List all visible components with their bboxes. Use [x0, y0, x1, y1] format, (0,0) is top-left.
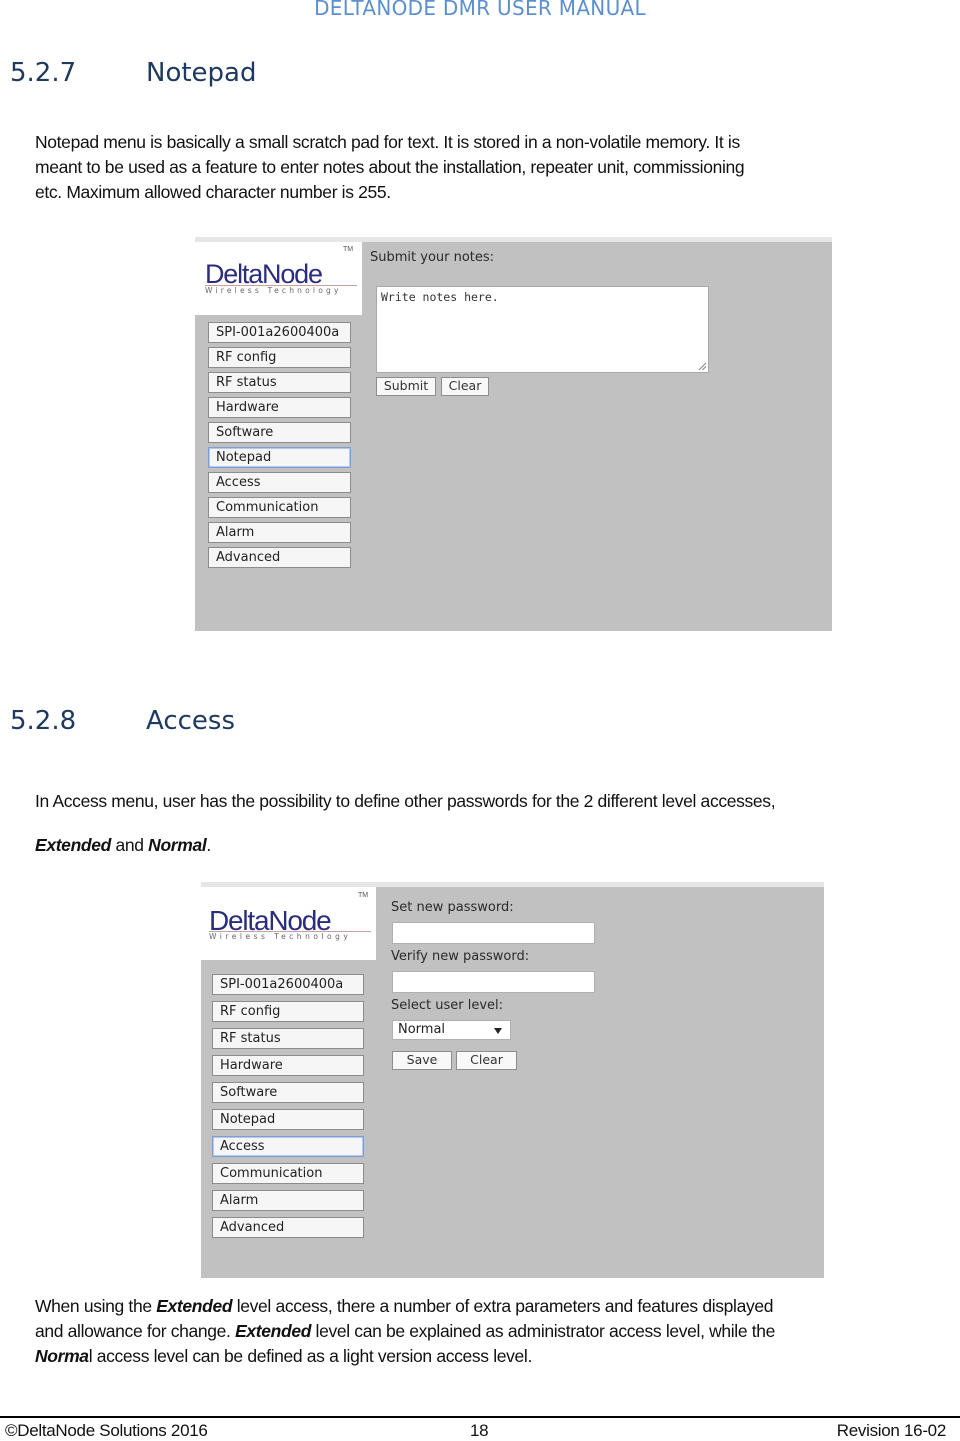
text-line: meant to be used as a feature to enter n… — [35, 157, 745, 177]
access-levels-explanation: When using the Extended level access, th… — [35, 1294, 953, 1369]
text-fragment: level access, there a number of extra pa… — [232, 1296, 774, 1316]
menu-item-software[interactable]: Software — [212, 1082, 364, 1103]
side-menu: SPI-001a2600400a RF config RF status Har… — [208, 322, 351, 572]
trademark: TM — [358, 892, 369, 899]
section-number: 5.2.8 — [10, 706, 77, 736]
trademark: TM — [343, 246, 354, 253]
text-fragment: . — [206, 835, 211, 855]
menu-item-rf-status[interactable]: RF status — [208, 372, 351, 393]
user-level-selected: Normal — [398, 1022, 446, 1037]
text-fragment: level can be explained as administrator … — [311, 1321, 776, 1341]
menu-item-software[interactable]: Software — [208, 422, 351, 443]
footer-revision: Revision 16-02 — [836, 1421, 947, 1440]
text-line: etc. Maximum allowed character number is… — [35, 182, 391, 202]
footer-copyright: ©DeltaNode Solutions 2016 — [5, 1421, 208, 1440]
logo-tagline: Wireless Technology — [205, 286, 342, 295]
menu-item-advanced[interactable]: Advanced — [212, 1217, 364, 1238]
text-line: Normal access level can be defined as a … — [35, 1344, 953, 1369]
section-number: 5.2.7 — [10, 58, 77, 88]
save-button[interactable]: Save — [392, 1051, 452, 1070]
menu-item-communication[interactable]: Communication — [212, 1163, 364, 1184]
menu-item-communication[interactable]: Communication — [208, 497, 351, 518]
user-level-label: Select user level: — [391, 998, 504, 1013]
menu-item-alarm[interactable]: Alarm — [208, 522, 351, 543]
menu-item-access[interactable]: Access — [212, 1136, 364, 1157]
verify-password-input[interactable] — [392, 971, 595, 993]
text-fragment: When using the — [35, 1296, 157, 1316]
menu-item-device-id[interactable]: SPI-001a2600400a — [208, 322, 351, 343]
menu-item-notepad[interactable]: Notepad — [212, 1109, 364, 1130]
new-password-label: Set new password: — [391, 900, 514, 915]
footer-page-number: 18 — [470, 1421, 489, 1440]
section-heading-notepad: 5.2.7 Notepad — [10, 58, 257, 88]
text-line: and allowance for change. Extended level… — [35, 1319, 953, 1344]
access-intro: In Access menu, user has the possibility… — [35, 779, 955, 867]
notepad-description: Notepad menu is basically a small scratc… — [35, 130, 955, 205]
text-fragment: and — [110, 835, 149, 855]
verify-password-label: Verify new password: — [391, 949, 530, 964]
emphasis-normal: Normal — [148, 835, 207, 855]
menu-item-rf-status[interactable]: RF status — [212, 1028, 364, 1049]
new-password-input[interactable] — [392, 922, 595, 944]
text-line: Extended and Normal. — [35, 823, 955, 867]
clear-button[interactable]: Clear — [441, 377, 489, 396]
menu-item-rf-config[interactable]: RF config — [208, 347, 351, 368]
notepad-screenshot: TM DeltaNode Wireless Technology SPI-001… — [195, 237, 832, 631]
emphasis-extended: Extended — [235, 1321, 312, 1341]
running-header: DELTANODE DMR USER MANUAL — [314, 0, 646, 20]
deltanode-logo: TM DeltaNode Wireless Technology — [195, 242, 362, 315]
section-title: Access — [146, 706, 236, 736]
text-line: Notepad menu is basically a small scratc… — [35, 132, 740, 152]
menu-item-hardware[interactable]: Hardware — [212, 1055, 364, 1076]
emphasis-extended: Extended — [35, 835, 111, 855]
dropdown-arrow-icon[interactable] — [494, 1028, 502, 1034]
text-fragment: and allowance for change. — [35, 1321, 236, 1341]
footer-divider — [0, 1416, 960, 1418]
menu-item-hardware[interactable]: Hardware — [208, 397, 351, 418]
menu-item-notepad[interactable]: Notepad — [208, 447, 351, 468]
submit-notes-label: Submit your notes: — [370, 250, 495, 265]
access-screenshot: TM DeltaNode Wireless Technology SPI-001… — [201, 882, 824, 1278]
menu-item-device-id[interactable]: SPI-001a2600400a — [212, 974, 364, 995]
clear-button[interactable]: Clear — [456, 1051, 517, 1070]
emphasis-normal: Norma — [35, 1346, 89, 1366]
logo-wordmark: DeltaNode — [205, 259, 323, 289]
text-line: In Access menu, user has the possibility… — [35, 791, 776, 811]
user-level-select[interactable]: Normal — [392, 1020, 511, 1040]
section-heading-access: 5.2.8 Access — [10, 706, 235, 736]
submit-button[interactable]: Submit — [376, 377, 436, 396]
menu-item-advanced[interactable]: Advanced — [208, 547, 351, 568]
text-line: When using the Extended level access, th… — [35, 1294, 953, 1319]
side-menu: SPI-001a2600400a RF config RF status Har… — [212, 974, 364, 1244]
menu-item-access[interactable]: Access — [208, 472, 351, 493]
emphasis-extended: Extended — [156, 1296, 233, 1316]
logo-tagline: Wireless Technology — [209, 932, 352, 941]
notes-textarea[interactable]: Write notes here. — [376, 286, 709, 373]
notes-textarea-value: Write notes here. — [381, 290, 499, 304]
menu-item-rf-config[interactable]: RF config — [212, 1001, 364, 1022]
menu-item-alarm[interactable]: Alarm — [212, 1190, 364, 1211]
deltanode-logo: TM DeltaNode Wireless Technology — [201, 887, 376, 960]
resize-grip-icon[interactable] — [699, 363, 706, 370]
text-fragment: l access level can be defined as a light… — [88, 1346, 533, 1366]
section-title: Notepad — [146, 58, 257, 88]
